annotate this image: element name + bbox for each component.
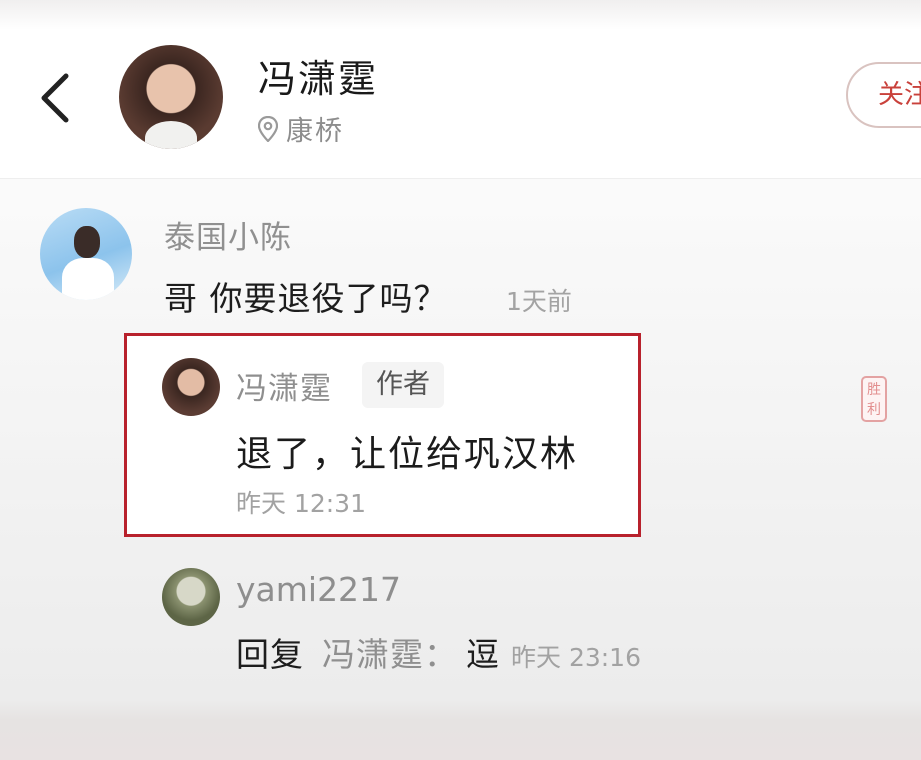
location-text: 康桥 (286, 116, 344, 147)
profile-avatar[interactable] (119, 45, 223, 149)
second-reply-line[interactable]: 回复 冯潇霆： 逗 昨天 23:16 (236, 628, 641, 676)
author-reply-avatar[interactable] (162, 358, 220, 416)
top-fade (0, 0, 921, 30)
commenter-name[interactable]: 泰国小陈 (164, 212, 292, 257)
location: 康桥 (258, 109, 344, 148)
author-reply-time: 昨天 12:31 (236, 489, 366, 518)
author-reply-name[interactable]: 冯潇霆 (236, 363, 332, 408)
reply-label: 回复 (236, 635, 304, 674)
second-reply-avatar[interactable] (162, 568, 220, 626)
chevron-left-icon[interactable] (36, 70, 76, 126)
commenter-avatar[interactable] (40, 208, 132, 300)
follow-button[interactable]: 关注 (846, 62, 921, 128)
author-reply-text[interactable]: 退了，让位给巩汉林 (236, 425, 578, 477)
second-reply-name[interactable]: yami2217 (236, 570, 401, 609)
reply-target[interactable]: 冯潇霆： (322, 628, 458, 676)
comment-time: 1天前 (506, 287, 572, 316)
header-divider (0, 178, 921, 179)
profile-name: 冯潇霆 (258, 57, 379, 101)
second-reply-time: 昨天 23:16 (511, 643, 641, 672)
comment-text[interactable]: 哥 你要退役了吗？ (164, 272, 448, 320)
location-pin-icon (258, 115, 278, 142)
author-badge: 作者 (362, 362, 444, 408)
seal-stamp: 胜利 (861, 376, 887, 422)
second-reply-text: 逗 (466, 635, 499, 674)
